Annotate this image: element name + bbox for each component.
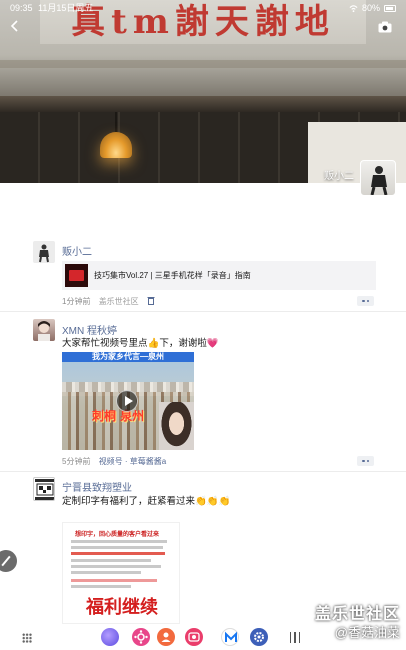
poster-line [71,585,131,588]
shared-link-thumbnail [65,264,88,287]
divider [0,471,406,472]
lamp-icon [100,132,132,158]
watermark-community: 盖乐世社区 [314,606,400,623]
cover-beam-main [0,96,406,112]
post-source[interactable]: 盖乐世社区 [99,297,139,306]
avatar[interactable] [33,241,55,263]
cover-beam [0,60,406,68]
more-icon[interactable] [357,296,374,306]
back-arrow-icon[interactable] [8,18,26,36]
poster-line [71,546,163,549]
post-time: 1分钟前 [62,297,91,306]
wifi-icon [349,4,358,12]
video-caption: 刺桐 泉州 [92,409,145,423]
more-icon[interactable] [357,456,374,466]
post-source[interactable]: 视频号 · 草莓酱酱a [99,457,167,466]
poster-highlight [71,579,157,582]
poster-line [71,540,167,543]
app-icon-internet[interactable] [101,628,119,646]
poster-line [71,559,151,562]
video-person [159,402,194,450]
video-banner: 我为家乡代言—泉州 [62,352,194,362]
divider [0,311,406,312]
moments-cover[interactable]: 真tm謝天謝地 [0,0,406,183]
post-image[interactable]: 想印字，回心质量的客户看过来 福利继续 [62,522,180,624]
status-time: 09:35 [10,3,33,13]
post-meta: 1分钟前 盖乐世社区 [62,296,155,307]
post-text: 大家帮忙视频号里点👍下，谢谢啦💗 [62,338,219,349]
post-time: 5分钟前 [62,457,91,466]
battery-percent: 80% [361,3,380,13]
camera-icon[interactable] [378,20,394,34]
app-icon-settings[interactable] [250,628,268,646]
post-author[interactable]: 贩小二 [62,243,92,258]
status-bar: 09:35 11月15日周五 80% [0,0,406,16]
cover-owner-avatar[interactable] [360,160,396,196]
status-right: 80% [349,1,396,15]
poster-line [71,571,141,574]
cover-owner-name: 贩小二 [324,171,354,182]
app-icon-contacts[interactable] [157,628,175,646]
app-icon-bixby[interactable] [132,628,150,646]
shared-link-title: 技巧集市Vol.27 | 三星手机花样「录音」指南 [94,271,251,280]
edit-icon[interactable] [0,549,18,573]
apps-grid-icon[interactable] [22,633,32,643]
avatar[interactable] [33,477,55,501]
play-icon[interactable] [116,390,138,412]
post-meta: 5分钟前 视频号 · 草莓酱酱a [62,456,166,467]
lamp-cord [115,112,117,132]
poster-highlight [71,552,165,555]
taskbar [0,624,406,650]
app-icon-camera[interactable] [185,628,203,646]
avatar[interactable] [33,319,55,341]
recents-icon[interactable] [290,632,300,643]
poster-line [71,565,161,568]
status-date: 11月15日周五 [38,3,94,13]
poster-heading: 想印字，回心质量的客户看过来 [75,532,160,538]
battery-icon [384,4,396,12]
post-author[interactable]: 宁晋县致翔塑业 [62,479,132,494]
video-thumbnail[interactable]: 我为家乡代言—泉州 刺桐 泉州 [62,352,194,450]
app-icon-m[interactable] [221,628,239,646]
post-text: 定制印字有福利了，赶紧看过来👏👏👏 [62,496,231,507]
shared-link-card[interactable]: 技巧集市Vol.27 | 三星手机花样「录音」指南 [62,261,376,290]
poster-banner: 福利继续 [63,595,179,621]
delete-icon[interactable] [147,296,155,307]
